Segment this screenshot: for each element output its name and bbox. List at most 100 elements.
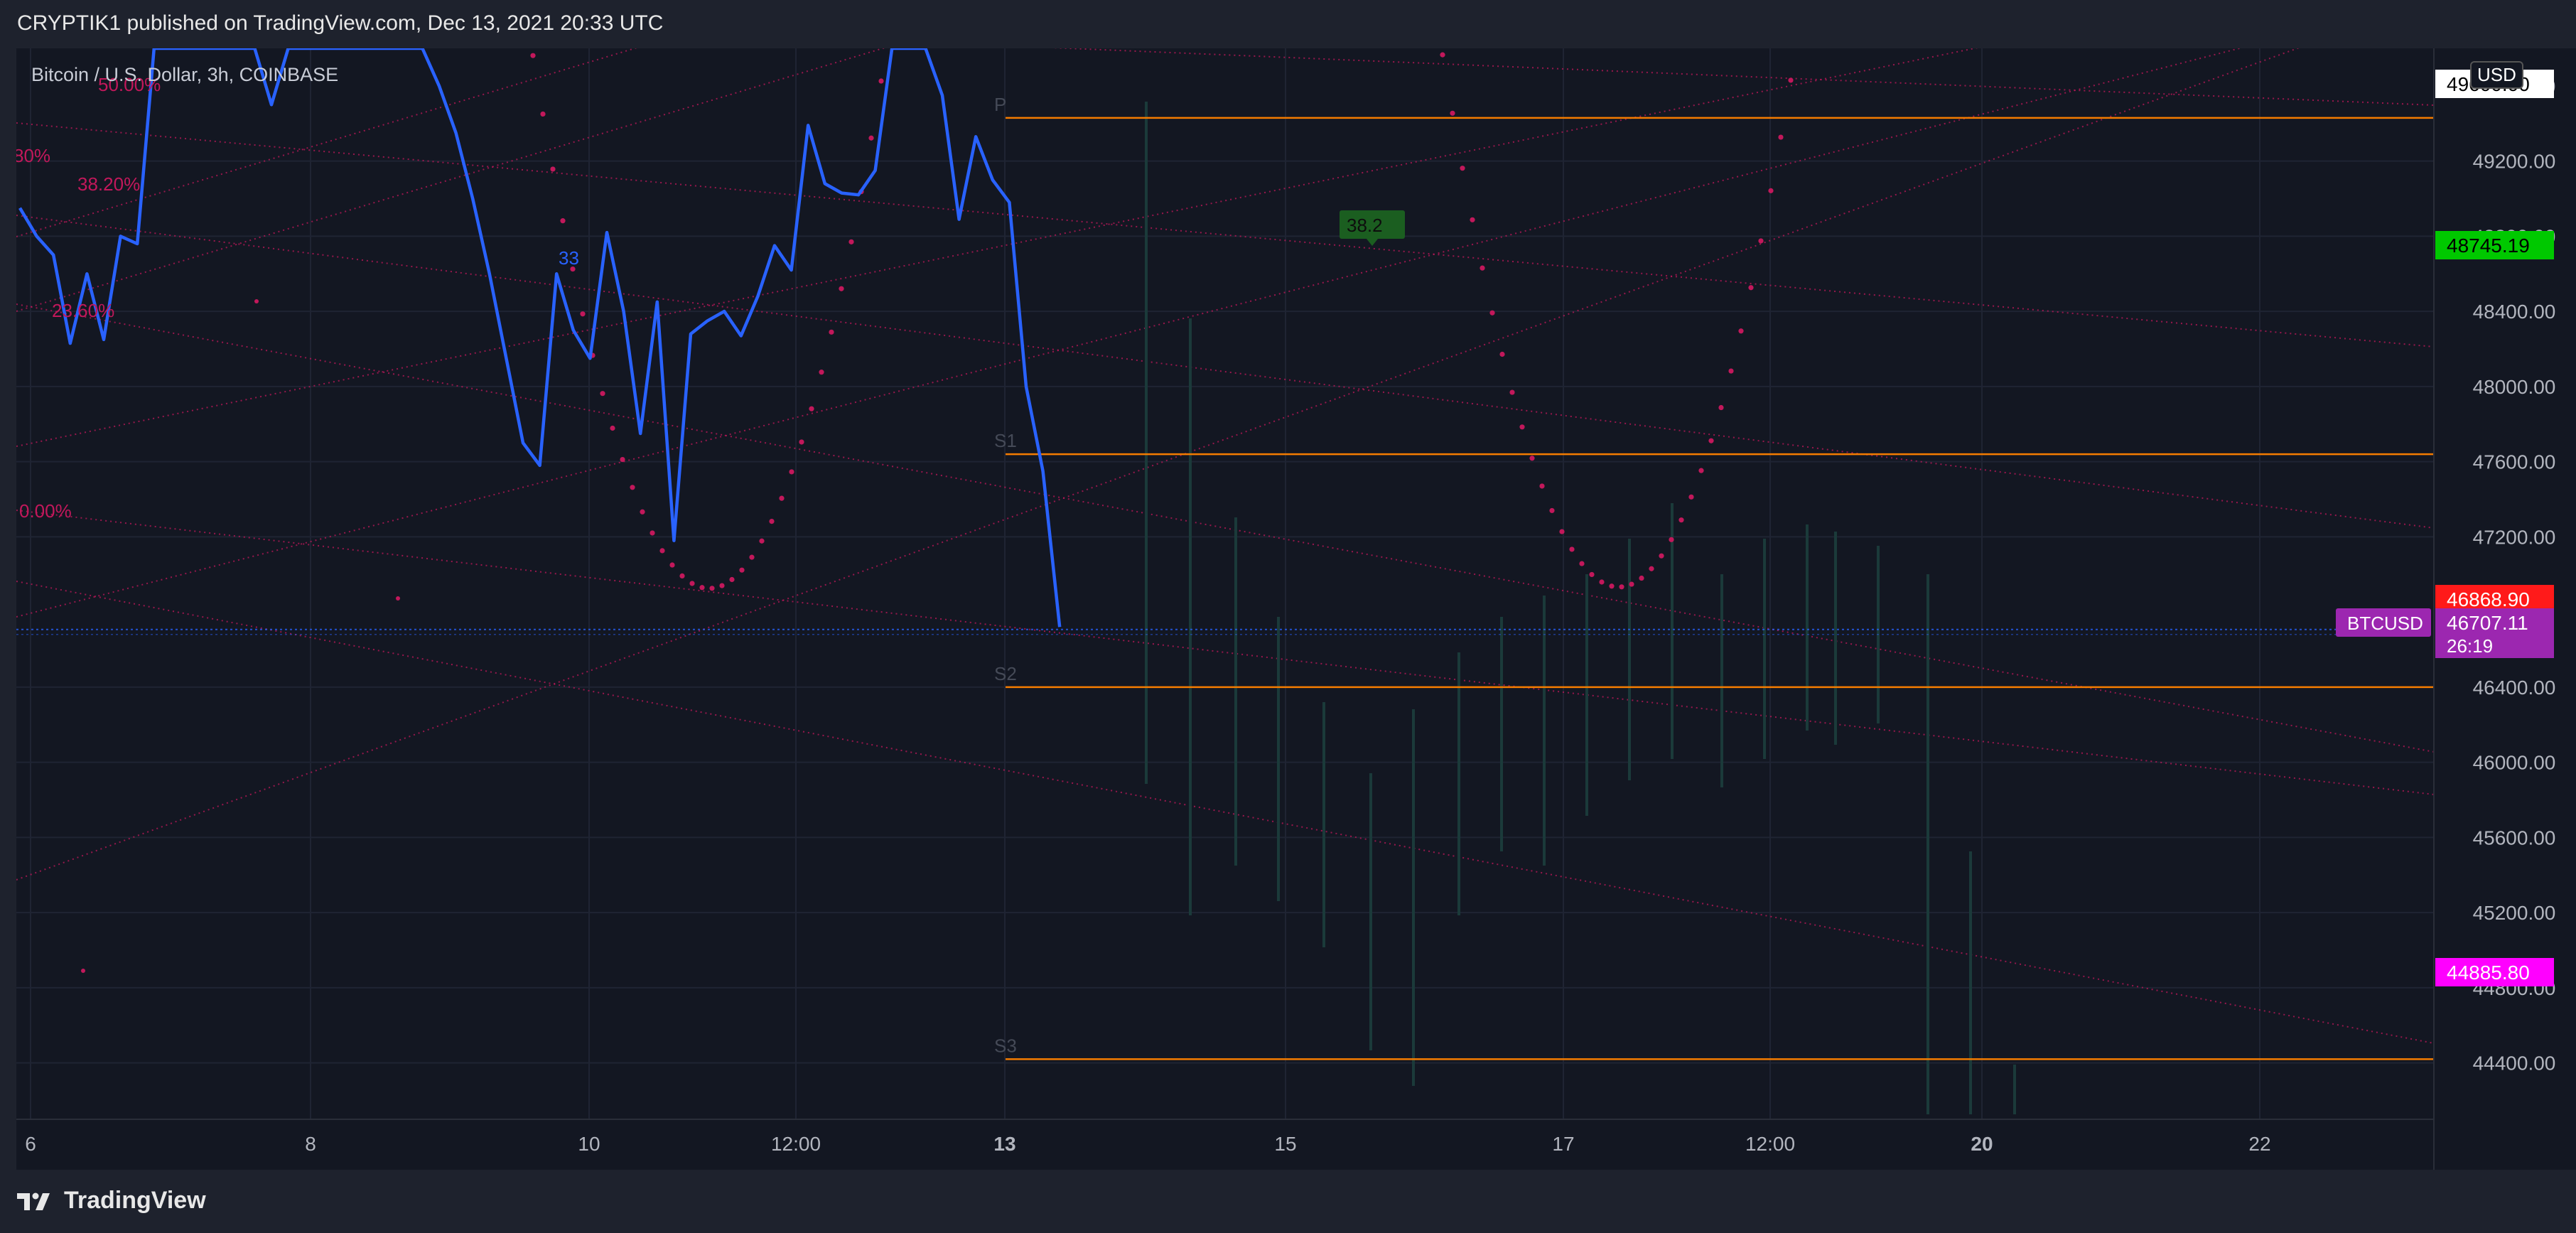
sar-dot: [580, 311, 586, 317]
sar-dot: [1778, 134, 1784, 140]
sar-dot: [769, 518, 775, 524]
publisher-line: CRYPTIK1 published on TradingView.com, D…: [17, 11, 664, 35]
plot-area: PS1S2S350.00%38.20%23.60%0.00%80%3338.2: [16, 48, 2434, 1119]
sar-dot: [719, 583, 725, 588]
sar-dot: [659, 548, 665, 554]
sar-dot: [878, 78, 884, 84]
currency-badge[interactable]: USD: [2470, 61, 2523, 89]
annotation-label: 38.2: [1347, 215, 1383, 236]
sar-dot: [1659, 553, 1664, 559]
sar-dot: [1669, 537, 1674, 542]
sar-dot: [1788, 77, 1794, 83]
x-tick-label: 6: [25, 1133, 36, 1155]
sar-dot: [1519, 424, 1525, 430]
sar-dot: [759, 538, 765, 544]
price-line: [18, 48, 1062, 628]
y-tick-label: 47600.00: [2473, 451, 2556, 473]
sar-dot: [669, 562, 675, 568]
sar-dot: [1649, 566, 1654, 571]
sar-dot: [1549, 507, 1555, 514]
sar-dot: [709, 586, 715, 591]
x-tick-label: 10: [578, 1133, 600, 1155]
sar-dot: [1708, 438, 1714, 443]
sar-dot: [1499, 351, 1505, 357]
symbol-tag-label: BTCUSD: [2347, 613, 2423, 634]
sar-dot: [1688, 494, 1694, 500]
y-tick-label: 45200.00: [2473, 902, 2556, 924]
annotation-badge-pointer: [1367, 239, 1378, 246]
sar-dot: [1470, 217, 1475, 222]
sar-dot: [1698, 468, 1704, 473]
sar-dot: [1758, 238, 1764, 244]
fib-channel-line: [16, 48, 2300, 881]
sar-dot: [1599, 579, 1605, 585]
chart-panel[interactable]: P S1 S2 S3 50.00% 38.20% 23.60% 0.00% 80% 33 38.2 4…: [16, 48, 2576, 1170]
sar-dot: [610, 425, 615, 431]
fib-channel-line: [16, 581, 2434, 1044]
sar-dot: [829, 329, 834, 335]
x-tick-label: 12:00: [771, 1133, 821, 1155]
price-tag-value: 46707.11: [2447, 612, 2528, 634]
sar-dot: [560, 218, 566, 224]
sar-dot: [1639, 575, 1644, 581]
sar-dot: [1529, 456, 1535, 461]
sar-dot: [739, 567, 745, 573]
sar-dot: [1539, 483, 1545, 489]
x-tick-label: 15: [1274, 1133, 1296, 1155]
sar-dot: [799, 439, 804, 445]
sar-dot: [679, 573, 685, 578]
pivot-label: P: [994, 94, 1006, 115]
sar-dot: [1450, 110, 1455, 116]
sar-dot: [530, 53, 536, 58]
sar-dot: [1748, 285, 1754, 291]
y-tick-label: 47200.00: [2473, 526, 2556, 548]
y-tick-label: 49200.00: [2473, 151, 2556, 173]
sar-dot: [839, 286, 844, 291]
sar-dot: [1440, 52, 1445, 58]
sar-dot: [868, 135, 874, 141]
sar-dot: [1609, 583, 1615, 589]
publisher-header: CRYPTIK1 published on TradingView.com, D…: [0, 0, 2576, 48]
sar-dot: [1460, 166, 1465, 171]
sar-dot: [789, 469, 794, 475]
price-tag-value: 48745.19: [2447, 235, 2530, 257]
y-tick-label: 48000.00: [2473, 376, 2556, 398]
sar-dot: [1589, 571, 1595, 578]
price-tag-value: 44885.80: [2447, 962, 2530, 984]
y-tick-label: 44400.00: [2473, 1052, 2556, 1075]
sar-dot: [809, 406, 814, 411]
price-chart[interactable]: PS1S2S350.00%38.20%23.60%0.00%80%3338.24…: [16, 48, 2576, 1170]
sar-dot: [630, 485, 635, 490]
pivot-label: S3: [994, 1035, 1017, 1056]
sar-dot: [600, 391, 605, 397]
marker-dot: [81, 969, 85, 973]
sar-dot: [1489, 310, 1495, 316]
annotation-label: 33: [559, 247, 579, 269]
sar-dot: [1509, 389, 1515, 395]
fib-channel-line: [1051, 48, 2434, 106]
sar-dot: [640, 509, 645, 515]
y-tick-label: 48400.00: [2473, 301, 2556, 323]
x-tick-label: 17: [1552, 1133, 1574, 1155]
sar-dot: [1619, 584, 1624, 590]
sar-dot: [540, 111, 546, 117]
sar-dot: [1559, 529, 1565, 534]
symbol-title: Bitcoin / U.S. Dollar, 3h, COINBASE: [31, 64, 339, 85]
x-tick-label: 20: [1971, 1133, 1993, 1155]
y-tick-label: 45600.00: [2473, 827, 2556, 849]
y-tick-label: 46000.00: [2473, 752, 2556, 774]
x-tick-label: 22: [2248, 1133, 2270, 1155]
sar-dot: [779, 495, 785, 501]
x-tick-label: 8: [305, 1133, 316, 1155]
fib-label: 0.00%: [19, 500, 72, 522]
sar-dot: [1480, 265, 1485, 271]
sar-dot: [1738, 328, 1744, 334]
sar-dot: [1629, 581, 1634, 587]
pivot-label: S1: [994, 430, 1017, 451]
sar-dot: [689, 581, 695, 586]
sar-dot: [550, 166, 556, 172]
sar-dot: [1678, 517, 1684, 523]
tradingview-logo[interactable]: TradingView: [17, 1187, 206, 1215]
fib-channel-line: [16, 48, 2243, 618]
marker-dot: [254, 299, 259, 303]
